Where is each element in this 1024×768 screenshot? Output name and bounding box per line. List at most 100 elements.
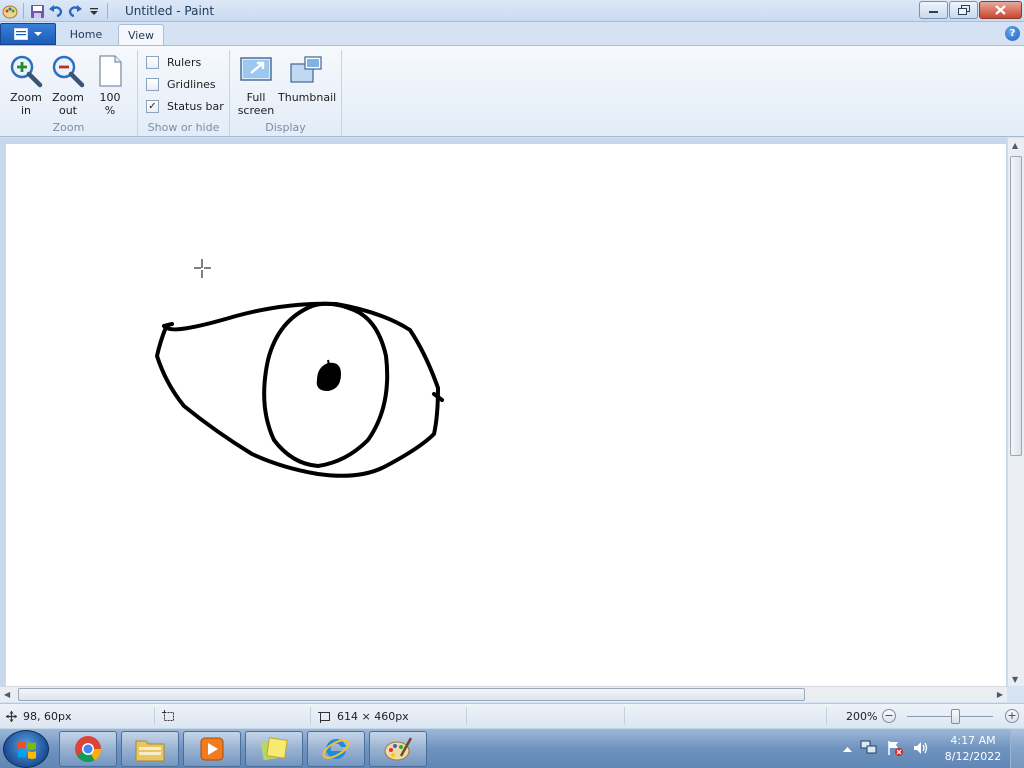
zoom-100-label: 100 [99,91,121,104]
status-separator [466,707,467,725]
paint-menu-button[interactable] [0,23,56,45]
eye-drawing [155,259,444,478]
status-separator [826,707,827,725]
taskbar-media-player-button[interactable] [183,731,241,767]
zoom-in-button[interactable]: Zoom in [6,52,46,118]
media-player-icon [200,737,224,761]
save-icon[interactable] [29,3,45,19]
menu-icon [14,28,28,40]
customize-qat-chevron-icon[interactable] [86,3,102,19]
zoom-group: Zoom in Zoom out 100 % Zoom [0,50,138,136]
full-screen-label-2: screen [237,104,275,117]
action-center-flag-icon[interactable] [886,740,904,759]
gridlines-label: Gridlines [167,77,216,91]
eye-corner-tick [162,322,174,328]
gridlines-option[interactable]: Gridlines [146,76,216,92]
folder-icon [135,740,165,762]
status-bar: 98, 60px 614 × 460px 200% − + [0,703,1024,728]
display-group: Full screen Thumbnail Display [230,50,342,136]
qat-separator [23,3,24,19]
taskbar-paint-button[interactable] [369,731,427,767]
zoom-in-small-button[interactable]: + [1005,709,1019,723]
page-100-icon [99,55,122,87]
selection-icon [162,710,174,721]
close-icon [995,5,1006,15]
network-icon[interactable] [860,740,878,759]
scroll-down-arrow-icon[interactable]: ▼ [1012,675,1018,684]
paint-palette-icon [384,737,413,761]
full-screen-icon [240,57,272,81]
zoom-out-label: Zoom [52,91,84,104]
undo-icon[interactable] [48,3,64,19]
scroll-right-arrow-icon[interactable]: ▶ [997,690,1003,699]
title-bar: Untitled - Paint [0,0,1024,22]
zoom-out-button[interactable]: Zoom out [48,52,88,118]
taskbar-chrome-button[interactable] [59,731,117,767]
taskbar: 4:17 AM 8/12/2022 [0,728,1024,768]
taskbar-internet-explorer-button[interactable] [307,731,365,767]
tab-home[interactable]: Home [60,24,112,46]
sticky-notes-icon [260,737,288,761]
zoom-out-icon [52,55,85,88]
show-desktop-button[interactable] [1010,729,1024,768]
internet-explorer-icon [322,738,350,759]
window-title: Untitled - Paint [125,4,215,18]
taskbar-clock[interactable]: 4:17 AM 8/12/2022 [942,733,1004,765]
thumbnail-label: Thumbnail [278,91,337,104]
taskbar-sticky-notes-button[interactable] [245,731,303,767]
status-bar-option[interactable]: ✓ Status bar [146,98,224,114]
ribbon-tab-row: Home View ? [0,22,1024,46]
status-separator [624,707,625,725]
ribbon-panel: Zoom in Zoom out 100 % Zoom Rulers Gridl… [0,45,1024,137]
zoom-out-label-2: out [58,104,77,117]
vertical-scrollbar[interactable]: ▲ ▼ [1007,138,1024,686]
minimize-icon [929,11,938,13]
canvas-size-text: 614 × 460px [337,710,409,723]
help-button[interactable]: ? [1005,26,1020,41]
paint-app-icon[interactable] [2,3,18,19]
windows-logo-icon [18,741,36,759]
start-button[interactable] [3,730,49,768]
scroll-up-arrow-icon[interactable]: ▲ [1012,141,1018,150]
scroll-left-arrow-icon[interactable]: ◀ [4,690,10,699]
cursor-position-indicator: 98, 60px [6,710,71,723]
zoom-slider-thumb[interactable] [951,709,960,724]
zoom-in-icon [10,55,43,88]
redo-icon[interactable] [67,3,83,19]
taskbar-explorer-button[interactable] [121,731,179,767]
rulers-option[interactable]: Rulers [146,54,201,70]
drawing-canvas[interactable] [6,144,1006,686]
show-or-hide-group: Rulers Gridlines ✓ Status bar Show or hi… [138,50,230,136]
horizontal-scrollbar[interactable]: ◀ ▶ [0,686,1007,702]
pupil-stroke [316,359,342,392]
status-bar-checkbox[interactable]: ✓ [146,99,159,113]
qat-separator [107,3,108,19]
thumbnail-button[interactable]: Thumbnail [278,52,337,118]
horizontal-scroll-thumb[interactable] [18,688,805,701]
vertical-scroll-thumb[interactable] [1010,156,1022,456]
volume-icon[interactable] [912,740,930,759]
rulers-label: Rulers [167,55,202,69]
rulers-checkbox[interactable] [146,55,159,69]
restore-button[interactable] [949,1,978,19]
zoom-slider-track[interactable] [907,716,993,717]
zoom-out-small-button[interactable]: − [882,709,896,723]
full-screen-button[interactable]: Full screen [236,52,276,118]
restore-icon [957,5,970,15]
tab-view[interactable]: View [118,24,164,46]
workspace: ▲ ▼ [0,138,1024,686]
window-controls [918,1,1022,19]
chrome-icon [75,736,102,763]
display-group-label: Display [265,121,306,134]
gridlines-checkbox[interactable] [146,77,159,91]
zoom-in-label-2: in [20,104,32,117]
zoom-100-label-2: % [104,104,116,117]
close-button[interactable] [979,1,1022,19]
canvas-size-icon [318,711,330,723]
chevron-down-icon [34,32,42,36]
cursor-position-icon [6,711,17,722]
crosshair-cursor [194,259,211,278]
show-hidden-icons-arrow-icon[interactable] [843,743,852,756]
minimize-button[interactable] [919,1,948,19]
zoom-100-button[interactable]: 100 % [90,52,130,118]
